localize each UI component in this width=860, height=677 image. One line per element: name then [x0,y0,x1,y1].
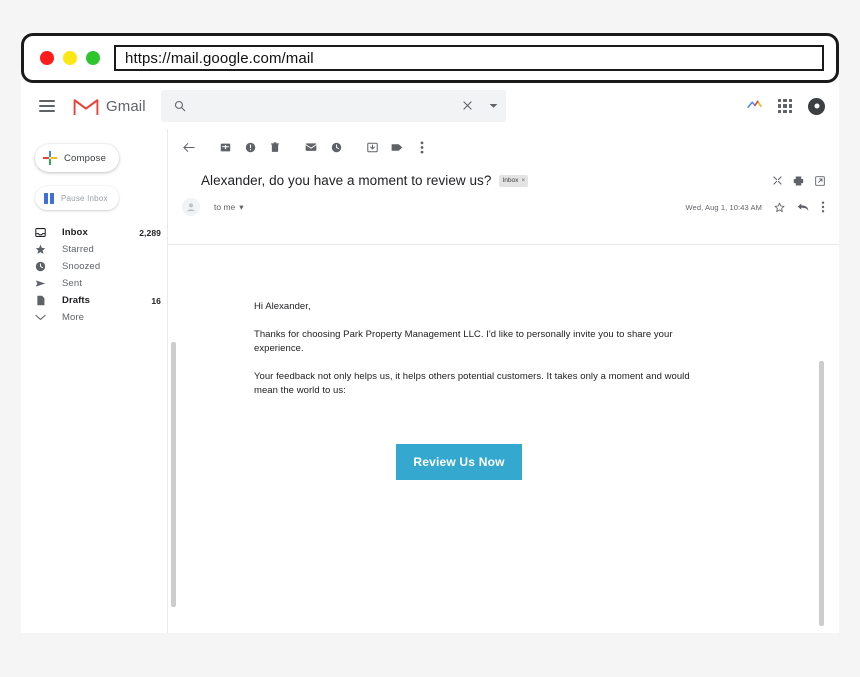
recipient-label: to me [214,202,236,212]
sidebar-item-label: Inbox [62,227,88,238]
search-input[interactable] [199,98,454,114]
more-options-icon[interactable] [411,136,433,158]
sidebar-item-drafts[interactable]: Drafts 16 [21,292,167,309]
back-arrow-icon[interactable] [178,136,200,158]
email-paragraph-1: Thanks for choosing Park Property Manage… [254,329,673,354]
sidebar-item-label: More [62,312,85,323]
label-icon[interactable] [386,136,408,158]
chip-label: Inbox [502,177,519,184]
search-icon [161,100,199,112]
email-paragraph-2: Your feedback not only helps us, it help… [254,371,690,396]
account-avatar-icon[interactable] [808,97,825,115]
recipient-dropdown[interactable]: to me ▾ [214,202,244,213]
top-bar-actions [747,83,825,129]
open-in-new-window-icon[interactable] [815,175,825,186]
compose-label: Compose [64,152,107,164]
archive-icon[interactable] [214,136,236,158]
star-icon [35,244,50,255]
mark-unread-icon[interactable] [300,136,322,158]
sidebar: Compose Pause Inbox Inbox 2,289 Starred … [21,129,168,633]
chevron-down-icon[interactable] [480,103,506,109]
report-spam-icon[interactable] [239,136,261,158]
gmail-top-bar: Gmail [21,83,839,129]
gmail-logo-icon [73,98,99,115]
review-us-now-button[interactable]: Review Us Now [396,444,522,480]
cta-wrapper: Review Us Now [254,444,694,480]
inbox-label-chip[interactable]: Inbox × [499,174,529,187]
email-body: Hi Alexander, Thanks for choosing Park P… [168,244,839,633]
search-bar[interactable] [161,90,506,122]
subject-actions [773,175,825,186]
subject-row: Alexander, do you have a moment to revie… [168,165,839,188]
close-icon[interactable] [454,99,480,113]
snooze-icon[interactable] [325,136,347,158]
browser-window: https://mail.google.com/mail Gmail Compo… [21,33,839,633]
page-title: Alexander, do you have a moment to revie… [201,173,492,188]
star-icon[interactable] [774,202,785,213]
sidebar-scrollbar[interactable] [171,342,176,607]
sidebar-item-label: Starred [62,244,94,255]
sidebar-item-snoozed[interactable]: Snoozed [21,258,167,275]
minimize-window-button[interactable] [63,51,77,65]
email-action-toolbar [168,129,839,165]
address-bar[interactable]: https://mail.google.com/mail [114,45,824,71]
pause-icon [44,192,54,204]
browser-chrome-bar: https://mail.google.com/mail [21,33,839,83]
more-options-icon[interactable] [821,201,825,213]
sidebar-item-more[interactable]: More [21,309,167,326]
drafts-count: 16 [151,295,161,306]
sidebar-item-starred[interactable]: Starred [21,241,167,258]
sidebar-nav-list: Inbox 2,289 Starred Snoozed Sent Drafts … [21,224,167,326]
main-scrollbar[interactable] [819,361,824,626]
sidebar-item-label: Sent [62,278,82,289]
hamburger-icon[interactable] [39,100,55,112]
collapse-all-icon[interactable] [773,176,782,185]
email-body-content: Hi Alexander, Thanks for choosing Park P… [168,245,694,480]
meet-icon[interactable] [747,97,762,115]
apps-grid-icon[interactable] [778,99,792,113]
email-meta-actions: Wed, Aug 1, 10:43 AM [686,201,826,213]
pause-inbox-button[interactable]: Pause Inbox [35,186,119,210]
move-to-inbox-icon[interactable] [361,136,383,158]
sidebar-item-inbox[interactable]: Inbox 2,289 [21,224,167,241]
email-greeting: Hi Alexander, [254,301,311,312]
plus-icon [43,151,57,165]
delete-icon[interactable] [264,136,286,158]
reply-icon[interactable] [797,202,809,212]
sidebar-item-label: Drafts [62,295,91,306]
print-icon[interactable] [793,176,804,186]
pause-inbox-label: Pause Inbox [61,193,108,203]
chevron-down-icon [35,314,50,321]
sender-row: to me ▾ Wed, Aug 1, 10:43 AM [168,188,839,216]
clock-icon [35,261,50,272]
sidebar-item-sent[interactable]: Sent [21,275,167,292]
window-controls [40,51,100,65]
gmail-logo[interactable]: Gmail [73,97,146,116]
compose-button[interactable]: Compose [35,144,119,172]
close-icon[interactable]: × [521,177,525,184]
send-icon [35,278,50,289]
gmail-brand-label: Gmail [106,97,146,115]
maximize-window-button[interactable] [86,51,100,65]
sidebar-item-label: Snoozed [62,261,101,272]
inbox-icon [35,227,50,238]
inbox-count: 2,289 [139,227,161,238]
close-window-button[interactable] [40,51,54,65]
avatar[interactable] [182,198,200,216]
main-panel: Alexander, do you have a moment to revie… [168,129,839,633]
chevron-down-icon: ▾ [239,201,244,212]
draft-icon [35,295,50,306]
email-timestamp: Wed, Aug 1, 10:43 AM [685,202,762,212]
gmail-app: Gmail Compose Pause Inbox Inbox 2,289 St… [21,83,839,633]
